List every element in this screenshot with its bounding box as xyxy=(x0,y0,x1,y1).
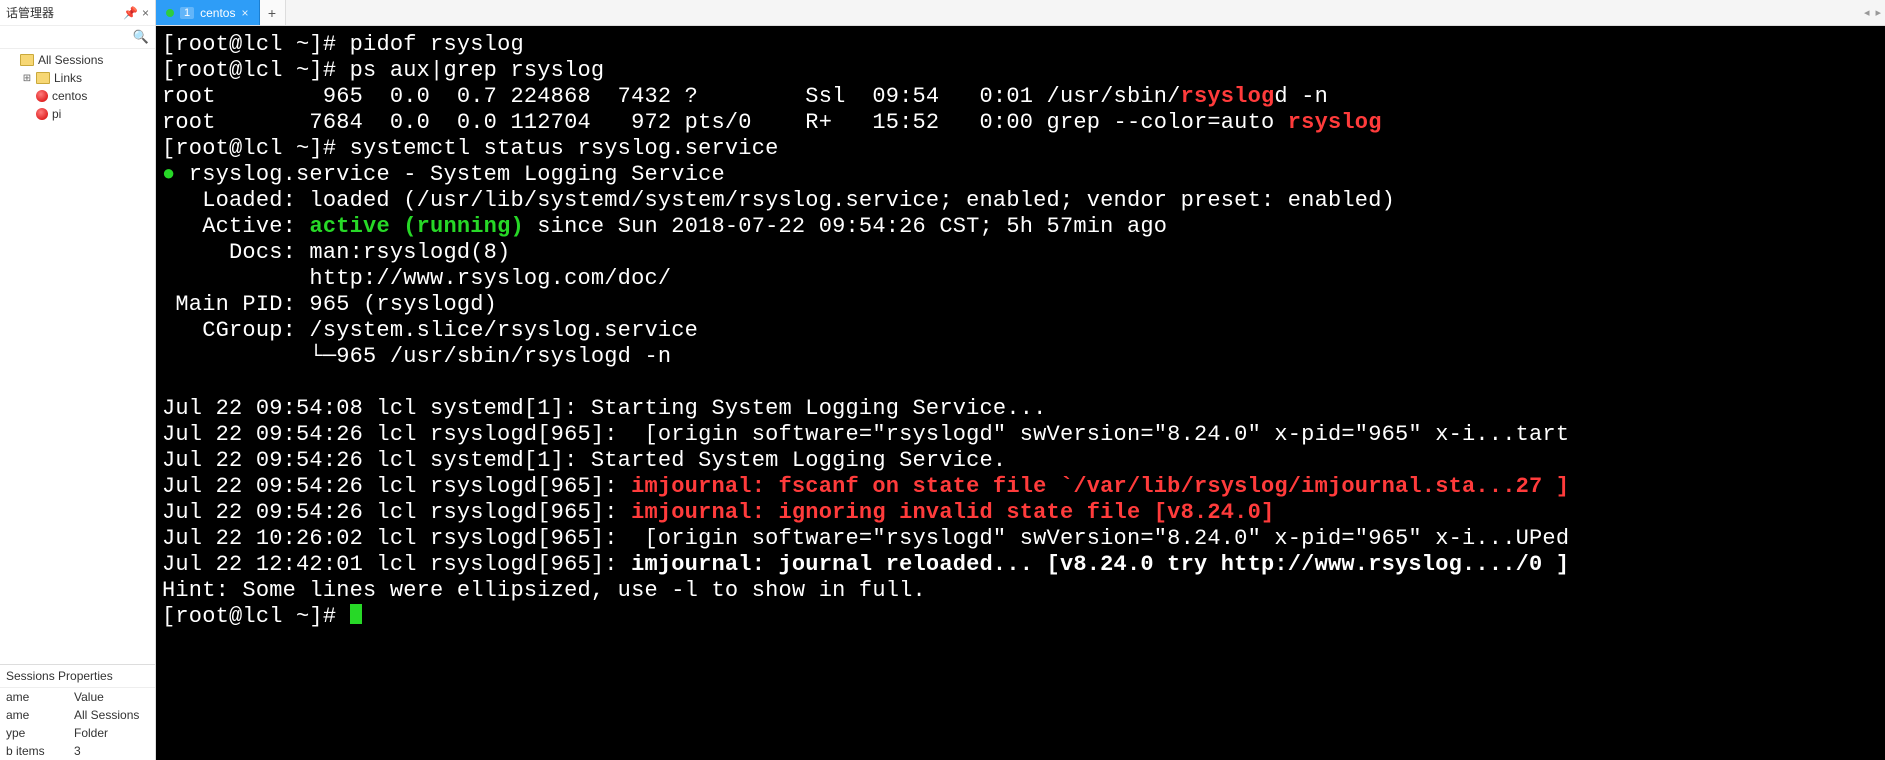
tree-label: pi xyxy=(52,107,61,121)
svc-docs: Docs: man:rsyslogd(8) xyxy=(162,240,510,265)
col-value: Value xyxy=(74,690,149,704)
tab-centos[interactable]: 1 centos × xyxy=(156,0,260,25)
ps-line: root 965 0.0 0.7 224868 7432 ? Ssl 09:54… xyxy=(162,84,1181,109)
prompt: [root@lcl ~]# xyxy=(162,32,350,57)
svc-loaded: Loaded: loaded (/usr/lib/systemd/system/… xyxy=(162,188,1395,213)
ps-line: root 7684 0.0 0.0 112704 972 pts/0 R+ 15… xyxy=(162,110,1288,135)
tree-session-centos[interactable]: centos xyxy=(0,87,155,105)
tree-session-pi[interactable]: pi xyxy=(0,105,155,123)
svc-docs: http://www.rsyslog.com/doc/ xyxy=(162,266,671,291)
col-name: ame xyxy=(6,690,74,704)
log-line-warn: imjournal: fscanf on state file `/var/li… xyxy=(631,474,1569,499)
tab-close-icon[interactable]: × xyxy=(241,6,248,20)
new-tab-button[interactable]: + xyxy=(260,0,286,25)
tree-label: centos xyxy=(52,89,87,103)
app-root: 话管理器 📌 × 🔍 All Sessions ⊞ Links xyxy=(0,0,1885,760)
pin-icon[interactable]: 📌 xyxy=(123,6,138,20)
tab-label: centos xyxy=(200,6,235,20)
svc-mainpid: Main PID: 965 (rsyslogd) xyxy=(162,292,497,317)
svc-cgroup: └─965 /usr/sbin/rsyslogd -n xyxy=(162,344,671,369)
ps-line: d -n xyxy=(1274,84,1328,109)
session-tree: All Sessions ⊞ Links centos pi xyxy=(0,49,155,664)
folder-icon xyxy=(36,72,50,84)
properties-row: ype Folder xyxy=(0,724,155,742)
prop-val: All Sessions xyxy=(74,708,149,722)
sidebar-header: 话管理器 📌 × xyxy=(0,0,155,26)
prompt: [root@lcl ~]# xyxy=(162,604,350,629)
cmd: systemctl status rsyslog.service xyxy=(350,136,779,161)
tree-label: All Sessions xyxy=(38,53,103,67)
cmd: pidof rsyslog xyxy=(350,32,524,57)
prop-key: ype xyxy=(6,726,74,740)
tree-label: Links xyxy=(54,71,82,85)
log-line: Jul 22 10:26:02 lcl rsyslogd[965]: [orig… xyxy=(162,526,1569,551)
log-line-prefix: Jul 22 12:42:01 lcl rsyslogd[965]: xyxy=(162,552,631,577)
hl-match: rsyslog xyxy=(1181,84,1275,109)
tree-all-sessions[interactable]: All Sessions xyxy=(0,51,155,69)
prompt: [root@lcl ~]# xyxy=(162,136,350,161)
log-line-prefix: Jul 22 09:54:26 lcl rsyslogd[965]: xyxy=(162,474,631,499)
log-line-warn: imjournal: ignoring invalid state file [… xyxy=(631,500,1274,525)
main-area: 1 centos × + ◂ ▸ [root@lcl ~]# pidof rsy… xyxy=(156,0,1885,760)
prop-key: b items xyxy=(6,744,74,758)
session-icon xyxy=(36,90,48,102)
tab-bar: 1 centos × + ◂ ▸ xyxy=(156,0,1885,26)
cmd: ps aux|grep rsyslog xyxy=(350,58,605,83)
properties-panel: Sessions Properties ame Value ame All Se… xyxy=(0,664,155,760)
close-icon[interactable]: × xyxy=(142,6,149,20)
log-line: Jul 22 09:54:08 lcl systemd[1]: Starting… xyxy=(162,396,1047,421)
session-manager-panel: 话管理器 📌 × 🔍 All Sessions ⊞ Links xyxy=(0,0,156,760)
session-icon xyxy=(36,108,48,120)
tab-next-icon[interactable]: ▸ xyxy=(1875,6,1881,19)
folder-icon xyxy=(20,54,34,66)
prop-val: 3 xyxy=(74,744,149,758)
svc-title: rsyslog.service - System Logging Service xyxy=(175,162,725,187)
status-bullet-icon: ● xyxy=(162,162,175,187)
hint-line: Hint: Some lines were ellipsized, use -l… xyxy=(162,578,926,603)
properties-row: b items 3 xyxy=(0,742,155,760)
hl-match: rsyslog xyxy=(1288,110,1382,135)
prop-key: ame xyxy=(6,708,74,722)
expander-icon[interactable]: ⊞ xyxy=(22,73,32,84)
sidebar-search-row: 🔍 xyxy=(0,26,155,49)
svc-active-state: active (running) xyxy=(309,214,523,239)
log-line-prefix: Jul 22 09:54:26 lcl rsyslogd[965]: xyxy=(162,500,631,525)
tab-nav-arrows: ◂ ▸ xyxy=(1864,0,1881,25)
sidebar-header-icons: 📌 × xyxy=(123,6,149,20)
status-dot-icon xyxy=(166,9,174,17)
svc-active-label: Active: xyxy=(162,214,309,239)
tab-index: 1 xyxy=(180,7,194,19)
prompt: [root@lcl ~]# xyxy=(162,58,350,83)
search-icon[interactable]: 🔍 xyxy=(133,29,149,45)
cursor-icon xyxy=(350,604,362,624)
sidebar-title: 话管理器 xyxy=(6,4,54,21)
log-line: Jul 22 09:54:26 lcl systemd[1]: Started … xyxy=(162,448,1006,473)
log-line-bold: imjournal: journal reloaded... [v8.24.0 … xyxy=(631,552,1569,577)
terminal[interactable]: [root@lcl ~]# pidof rsyslog [root@lcl ~]… xyxy=(156,26,1885,760)
prop-val: Folder xyxy=(74,726,149,740)
tree-links[interactable]: ⊞ Links xyxy=(0,69,155,87)
svc-active-since: since Sun 2018-07-22 09:54:26 CST; 5h 57… xyxy=(524,214,1167,239)
properties-title: Sessions Properties xyxy=(0,665,155,688)
properties-header-row: ame Value xyxy=(0,688,155,706)
log-line: Jul 22 09:54:26 lcl rsyslogd[965]: [orig… xyxy=(162,422,1569,447)
properties-row: ame All Sessions xyxy=(0,706,155,724)
svc-cgroup: CGroup: /system.slice/rsyslog.service xyxy=(162,318,698,343)
tab-prev-icon[interactable]: ◂ xyxy=(1864,6,1870,19)
